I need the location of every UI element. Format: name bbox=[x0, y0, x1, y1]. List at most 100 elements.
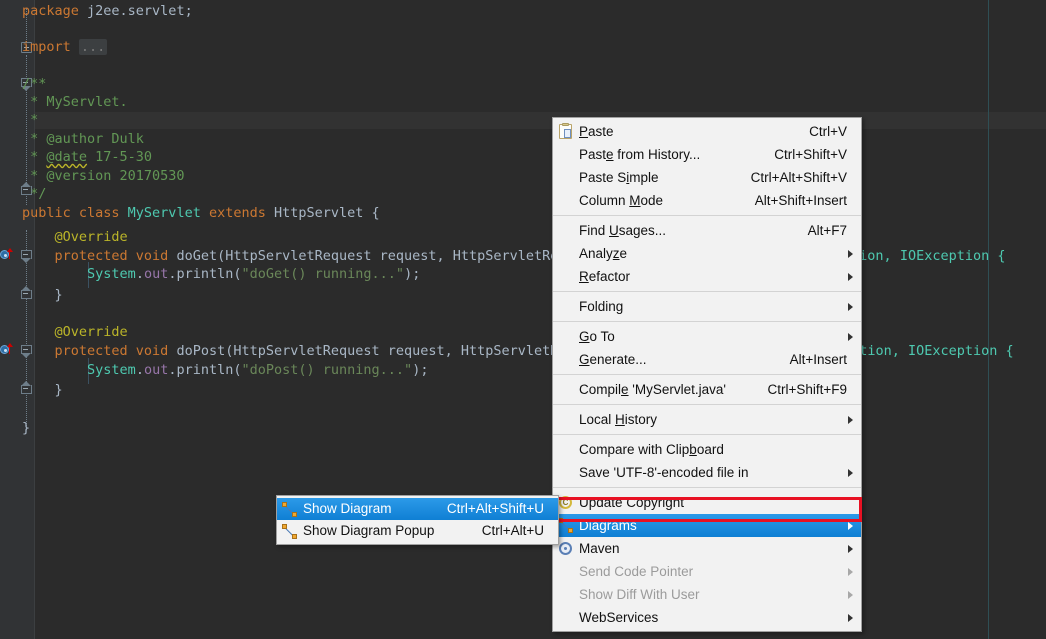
no-icon bbox=[553, 295, 579, 318]
code-line: @Override bbox=[22, 324, 128, 341]
menu-item-generate[interactable]: Generate... Alt+Insert bbox=[553, 348, 861, 371]
code-token: extends bbox=[208, 205, 266, 221]
menu-item-label: Diagrams bbox=[579, 518, 637, 533]
menu-separator bbox=[553, 404, 861, 405]
code-token: System bbox=[87, 266, 136, 282]
no-icon bbox=[553, 219, 579, 242]
code-token: MyServlet bbox=[127, 205, 201, 221]
menu-item-paste-from-history[interactable]: Paste from History... Ctrl+Shift+V bbox=[553, 143, 861, 166]
menu-item-compile-myservlet-java[interactable]: Compile 'MyServlet.java' Ctrl+Shift+F9 bbox=[553, 378, 861, 401]
chevron-right-icon bbox=[848, 468, 853, 477]
code-line: import ... bbox=[22, 39, 108, 56]
no-icon bbox=[553, 242, 579, 265]
code-token: public class bbox=[22, 205, 128, 221]
menu-item-label: Folding bbox=[579, 299, 624, 314]
code-token: out bbox=[143, 362, 169, 378]
code-token: */ bbox=[22, 186, 47, 202]
menu-item-shortcut: Ctrl+V bbox=[809, 124, 847, 139]
menu-item-maven[interactable]: Maven bbox=[553, 537, 861, 560]
submenu-item-show-diagram[interactable]: Show Diagram Ctrl+Alt+Shift+U bbox=[277, 498, 558, 520]
code-token: j2ee.servlet; bbox=[78, 3, 193, 19]
menu-item-label: Save 'UTF-8'-encoded file in bbox=[579, 465, 749, 480]
code-line: package j2ee.servlet; bbox=[22, 3, 193, 20]
menu-separator bbox=[553, 321, 861, 322]
menu-item-shortcut: Ctrl+Alt+Shift+V bbox=[750, 170, 847, 185]
menu-item-label: Paste from History... bbox=[579, 147, 701, 162]
menu-item-diagrams[interactable]: Diagrams bbox=[553, 514, 861, 537]
menu-item-shortcut: Ctrl+Shift+V bbox=[774, 147, 847, 162]
menu-item-label: Find Usages... bbox=[579, 223, 667, 238]
menu-item-paste-simple[interactable]: Paste Simple Ctrl+Alt+Shift+V bbox=[553, 166, 861, 189]
menu-item-shortcut: Ctrl+Shift+F9 bbox=[767, 382, 847, 397]
current-line-highlight bbox=[0, 112, 1046, 129]
diagram-icon bbox=[277, 498, 303, 521]
menu-item-refactor[interactable]: Refactor bbox=[553, 265, 861, 288]
no-icon bbox=[553, 143, 579, 166]
override-marker-icon[interactable] bbox=[0, 248, 14, 261]
code-token: } bbox=[54, 382, 63, 398]
submenu-item-show-diagram-popup[interactable]: Show Diagram Popup Ctrl+Alt+U bbox=[277, 520, 558, 542]
no-icon bbox=[553, 166, 579, 189]
menu-item-label: Send Code Pointer bbox=[579, 564, 694, 579]
no-icon bbox=[553, 189, 579, 212]
code-line: System.out.println("doGet() running...")… bbox=[22, 266, 420, 283]
menu-item-find-usages[interactable]: Find Usages... Alt+F7 bbox=[553, 219, 861, 242]
menu-item-compare-with-clipboard[interactable]: Compare with Clipboard bbox=[553, 438, 861, 461]
chevron-right-icon bbox=[848, 249, 853, 258]
menu-item-shortcut: Alt+F7 bbox=[807, 223, 847, 238]
menu-separator bbox=[553, 374, 861, 375]
override-marker-icon[interactable] bbox=[0, 343, 14, 356]
chevron-right-icon bbox=[848, 302, 853, 311]
menu-item-label: Refactor bbox=[579, 269, 631, 284]
code-line: public class MyServlet extends HttpServl… bbox=[22, 205, 380, 222]
menu-item-save-utf-8-encoded-file-in[interactable]: Save 'UTF-8'-encoded file in bbox=[553, 461, 861, 484]
code-line: * @author Dulk bbox=[22, 131, 144, 148]
code-token: ); bbox=[412, 362, 429, 378]
diagrams-submenu[interactable]: Show Diagram Ctrl+Alt+Shift+U Show Diagram… bbox=[276, 495, 559, 545]
menu-item-label: Generate... bbox=[579, 352, 647, 367]
menu-separator bbox=[553, 434, 861, 435]
code-token: .println( bbox=[168, 266, 242, 282]
no-icon bbox=[553, 348, 579, 371]
no-icon bbox=[553, 325, 579, 348]
code-token: System bbox=[87, 362, 136, 378]
menu-item-label: Local History bbox=[579, 412, 658, 427]
menu-item-label: Compile 'MyServlet.java' bbox=[579, 382, 726, 397]
no-icon bbox=[553, 606, 579, 629]
menu-item-update-copyright[interactable]: C Update Copyright bbox=[553, 491, 861, 514]
menu-item-paste[interactable]: Paste Ctrl+V bbox=[553, 120, 861, 143]
code-token: import bbox=[22, 39, 71, 55]
code-line: } bbox=[22, 382, 63, 399]
editor-context-menu[interactable]: Paste Ctrl+V Paste from History... Ctrl+Shi… bbox=[552, 117, 862, 632]
code-line: protected void doPost(HttpServletRequest… bbox=[22, 343, 1014, 360]
menu-item-analyze[interactable]: Analyze bbox=[553, 242, 861, 265]
no-icon bbox=[553, 560, 579, 583]
menu-item-local-history[interactable]: Local History bbox=[553, 408, 861, 431]
menu-item-column-mode[interactable]: Column Mode Alt+Shift+Insert bbox=[553, 189, 861, 212]
menu-separator bbox=[553, 487, 861, 488]
code-token: @Override bbox=[54, 229, 128, 245]
menu-item-label: Analyze bbox=[579, 246, 628, 261]
menu-item-go-to[interactable]: Go To bbox=[553, 325, 861, 348]
menu-item-label: Go To bbox=[579, 329, 615, 344]
code-line: * MyServlet. bbox=[22, 94, 128, 111]
menu-item-shortcut: Alt+Shift+Insert bbox=[754, 193, 847, 208]
no-icon bbox=[553, 378, 579, 401]
menu-item-label: Show Diff With User bbox=[579, 587, 700, 602]
code-token: * bbox=[22, 112, 39, 128]
menu-item-folding[interactable]: Folding bbox=[553, 295, 861, 318]
code-line: * bbox=[22, 112, 38, 129]
menu-item-webservices[interactable]: WebServices bbox=[553, 606, 861, 629]
right-margin-guide bbox=[988, 0, 989, 639]
menu-item-shortcut: Alt+Insert bbox=[789, 352, 847, 367]
chevron-right-icon bbox=[848, 613, 853, 622]
code-token: "doGet() running..." bbox=[241, 266, 405, 282]
